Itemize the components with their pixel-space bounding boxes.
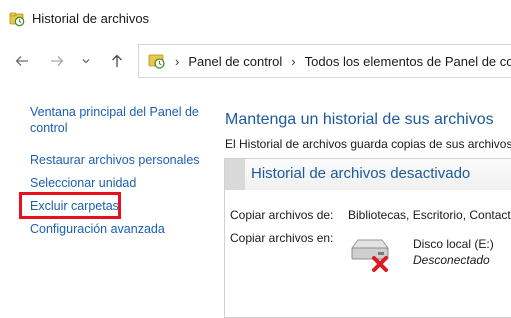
- arrow-up-icon: [112, 54, 122, 67]
- copy-from-value: Bibliotecas, Escritorio, Contactos: [348, 208, 511, 222]
- chevron-down-icon: [82, 59, 90, 64]
- window-title: Historial de archivos: [32, 11, 150, 26]
- arrow-left-icon: [15, 56, 28, 66]
- sidebar-link-restore-files[interactable]: Restaurar archivos personales: [30, 152, 200, 168]
- page-description: El Historial de archivos guarda copias d…: [225, 137, 511, 151]
- back-button[interactable]: [9, 48, 35, 74]
- breadcrumb-separator: ›: [175, 53, 180, 69]
- breadcrumb-separator: ›: [291, 53, 296, 69]
- highlight-box: [19, 192, 121, 219]
- arrow-right-icon: [51, 56, 64, 66]
- file-history-icon: [9, 12, 25, 27]
- drive-name: Disco local (E:): [413, 237, 494, 251]
- disconnected-drive-icon: [351, 239, 389, 272]
- status-panel-title: Historial de archivos desactivado: [251, 165, 471, 182]
- sidebar-link-advanced-settings[interactable]: Configuración avanzada: [30, 221, 165, 237]
- up-button[interactable]: [104, 48, 130, 74]
- breadcrumb-item-all-items[interactable]: Todos los elementos de Panel de control: [305, 54, 511, 69]
- page-title: Mantenga un historial de sus archivos: [225, 111, 494, 128]
- breadcrumb-item-control-panel[interactable]: Panel de control: [188, 54, 282, 69]
- address-bar[interactable]: › Panel de control › Todos los elementos…: [138, 44, 511, 78]
- title-bar: Historial de archivos: [0, 0, 511, 38]
- status-panel-header: Historial de archivos desactivado: [225, 159, 511, 190]
- copy-to-label: Copiar archivos en:: [230, 231, 334, 245]
- status-panel-stripe: [225, 159, 245, 190]
- recent-locations-button[interactable]: [76, 48, 96, 74]
- copy-from-label: Copiar archivos de:: [230, 208, 334, 222]
- drive-status: Desconectado: [413, 253, 490, 267]
- sidebar-link-select-drive[interactable]: Seleccionar unidad: [30, 175, 136, 191]
- sidebar-link-control-panel-home[interactable]: Ventana principal del Panel de control: [30, 104, 205, 136]
- control-panel-icon: [148, 54, 165, 69]
- forward-button[interactable]: [44, 48, 70, 74]
